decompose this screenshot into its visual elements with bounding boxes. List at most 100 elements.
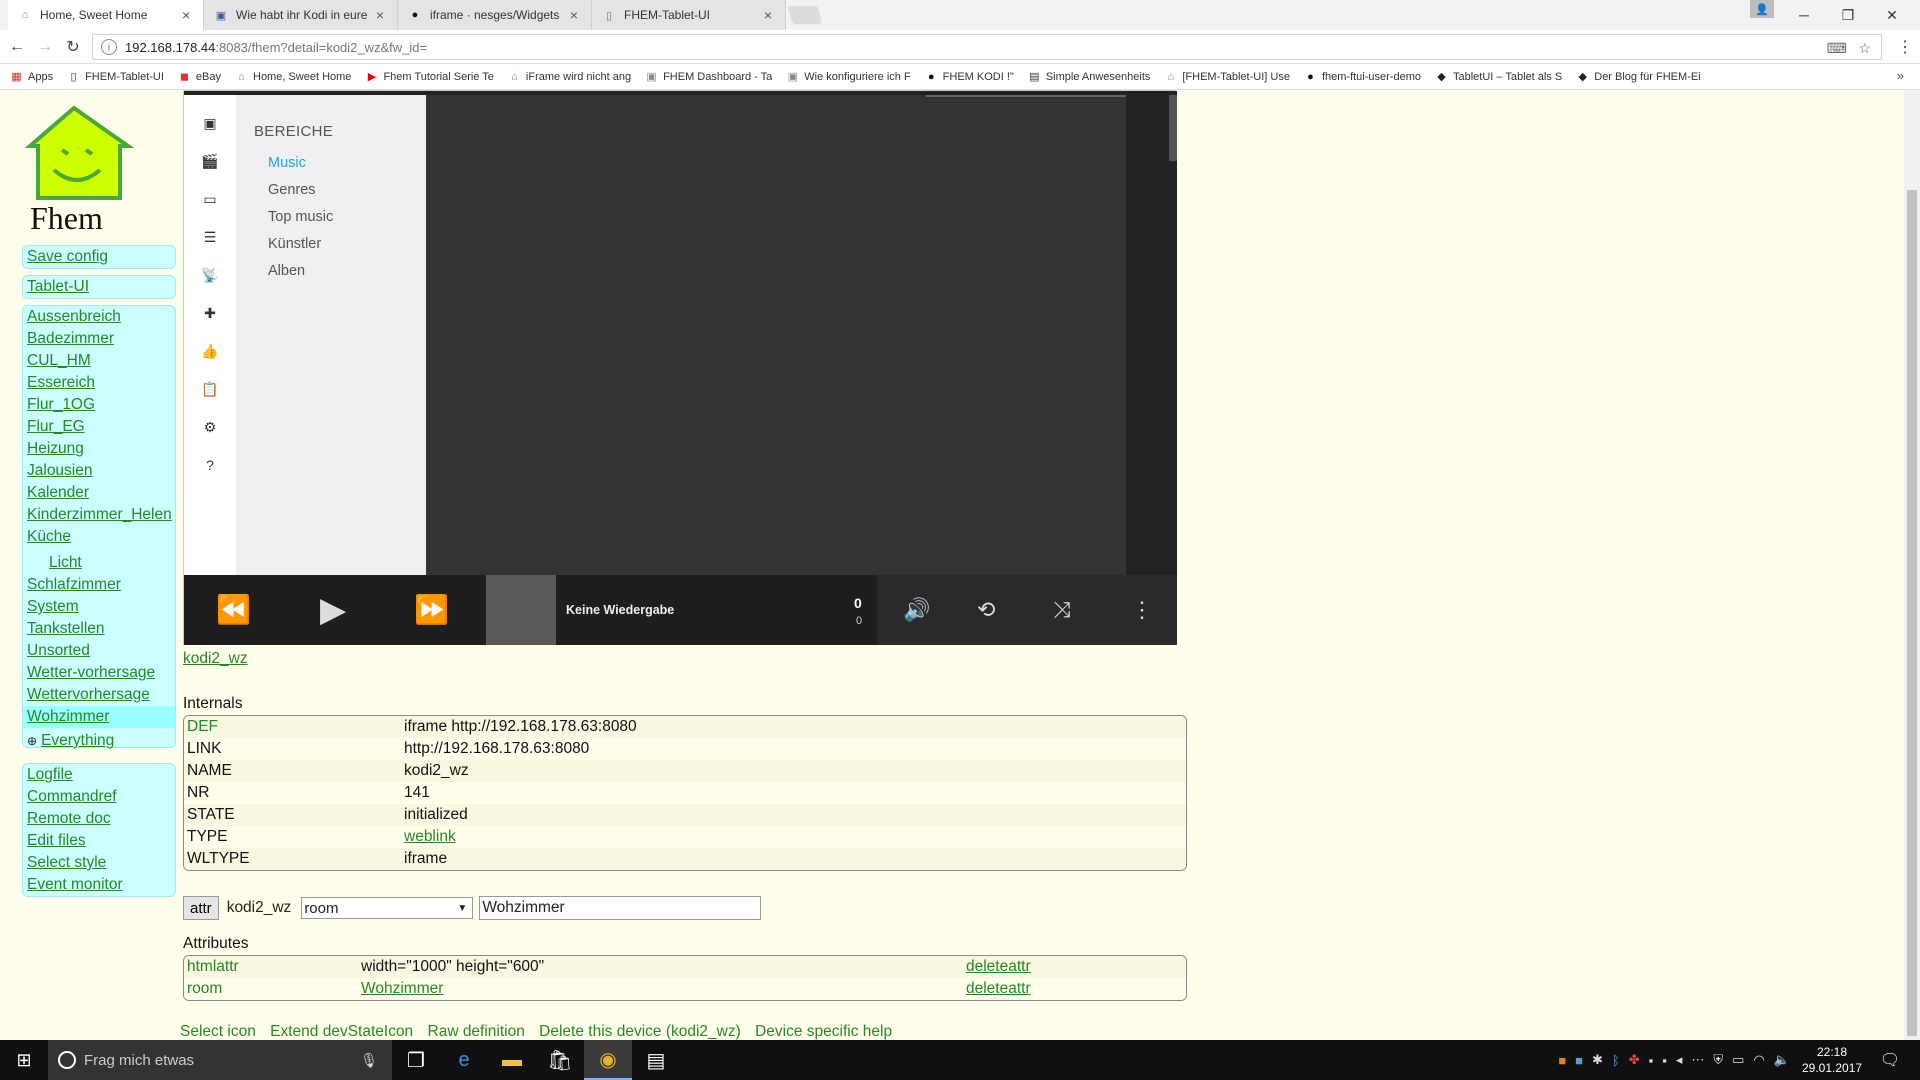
help-icon[interactable]: ? — [202, 457, 218, 473]
wifi-icon[interactable]: ◠ — [1753, 1052, 1764, 1068]
settings-icon[interactable]: ⚙ — [202, 419, 218, 435]
close-icon[interactable]: × — [567, 7, 581, 23]
tab-github-iframe[interactable]: ● iframe · nesges/Widgets × — [398, 0, 592, 30]
bookmark-item[interactable]: ⌂ Home, Sweet Home — [235, 70, 351, 83]
device-help-link[interactable]: Device specific help — [755, 1023, 892, 1040]
tray-app-icon[interactable]: ▪ — [1662, 1053, 1667, 1068]
extend-devstateicon-link[interactable]: Extend devStateIcon — [270, 1023, 413, 1040]
room-flur-1og[interactable]: Flur_1OG — [23, 394, 175, 416]
scrollbar-thumb[interactable] — [1907, 190, 1917, 1036]
edit-files-link[interactable]: Edit files — [23, 830, 175, 852]
room-licht[interactable]: Licht — [23, 548, 175, 574]
file-explorer-icon[interactable]: ▬ — [488, 1040, 536, 1080]
taskbar-clock[interactable]: 22:18 29.01.2017 — [1802, 1044, 1862, 1076]
deleteattr-link[interactable]: deleteattr — [966, 980, 1031, 997]
page-scrollbar[interactable] — [1904, 90, 1920, 1040]
room-jalousien[interactable]: Jalousien — [23, 460, 175, 482]
microphone-icon[interactable]: 🎙 — [360, 1052, 378, 1069]
tray-app-icon[interactable]: ▪ — [1649, 1053, 1654, 1068]
room-heizung[interactable]: Heizung — [23, 438, 175, 460]
movies-icon[interactable]: 🎬 — [201, 153, 218, 169]
app-icon[interactable]: ▤ — [632, 1040, 680, 1080]
room-badezimmer[interactable]: Badezimmer — [23, 328, 175, 350]
tablet-ui-link[interactable]: Tablet-UI — [23, 276, 175, 298]
logfile-link[interactable]: Logfile — [23, 764, 175, 786]
fast-forward-icon[interactable]: ⏩ — [414, 593, 449, 627]
kodi-menu-alben[interactable]: Alben — [268, 263, 305, 279]
bookmark-item[interactable]: ● FHEM KODI !" — [925, 70, 1014, 83]
type-weblink-link[interactable]: weblink — [404, 828, 456, 845]
radio-icon[interactable]: 📡 — [201, 267, 218, 283]
select-icon-link[interactable]: Select icon — [180, 1023, 256, 1040]
close-window-icon[interactable]: ✕ — [1870, 0, 1914, 30]
kodi-scrollbar[interactable] — [1169, 95, 1177, 161]
tray-app-icon[interactable]: ⋯ — [1691, 1052, 1704, 1068]
room-essereich[interactable]: Essereich — [23, 372, 175, 394]
forward-arrow-icon[interactable]: → — [34, 36, 56, 58]
room-kalender[interactable]: Kalender — [23, 482, 175, 504]
new-tab-button[interactable] — [787, 6, 823, 24]
tray-app-icon[interactable]: ◂ — [1676, 1052, 1683, 1068]
room-wohzimmer[interactable]: Wohzimmer — [23, 706, 175, 728]
bookmark-star-icon[interactable]: ☆ — [1858, 40, 1871, 57]
playlist-icon[interactable]: ☰ — [202, 229, 218, 245]
attr-value-input[interactable]: Wohzimmer — [479, 896, 762, 920]
bookmark-item[interactable]: ◆ Der Blog für FHEM-Ei — [1576, 70, 1701, 84]
tray-app-icon[interactable]: ■ — [1558, 1053, 1566, 1068]
volume-icon[interactable]: 🔈 — [1774, 1052, 1790, 1068]
bookmark-item[interactable]: ▣ FHEM Dashboard - Ta — [645, 70, 772, 84]
thumbs-up-icon[interactable]: 👍 — [201, 343, 218, 359]
volume-icon[interactable]: 🔊 — [903, 597, 930, 623]
room-tankstellen[interactable]: Tankstellen — [23, 618, 175, 640]
fhem-logo[interactable]: Fhem — [24, 102, 144, 236]
play-icon[interactable]: ▶ — [320, 593, 346, 627]
room-flur-eg[interactable]: Flur_EG — [23, 416, 175, 438]
minimize-icon[interactable]: ─ — [1782, 0, 1826, 30]
clipboard-icon[interactable]: 📋 — [201, 381, 218, 397]
task-view-icon[interactable]: ❐ — [392, 1040, 440, 1080]
address-bar[interactable]: i 192.168.178.44:8083/fhem?detail=kodi2_… — [92, 34, 1882, 60]
addons-icon[interactable]: ✚ — [202, 305, 218, 321]
info-icon[interactable]: i — [101, 39, 117, 55]
kodi-menu-top-music[interactable]: Top music — [268, 209, 333, 225]
translate-icon[interactable]: ⌨ — [1827, 40, 1847, 57]
attr-button[interactable]: attr — [183, 896, 219, 920]
menu-kebab-icon[interactable]: ⋮ — [1894, 36, 1916, 58]
bookmark-item[interactable]: ● fhem-ftui-user-demo — [1304, 70, 1421, 83]
more-options-icon[interactable]: ⋮ — [1131, 597, 1153, 623]
tab-home-sweet-home[interactable]: ⌂ Home, Sweet Home × — [8, 0, 204, 30]
notification-icon[interactable]: 🗨 — [1870, 1040, 1910, 1080]
bookmark-item[interactable]: ▦ Apps — [10, 70, 53, 84]
bookmark-item[interactable]: ▤ Simple Anwesenheits — [1028, 70, 1150, 84]
music-library-icon[interactable]: ▣ — [202, 115, 218, 131]
store-icon[interactable]: 🛍 — [536, 1040, 584, 1080]
profile-icon[interactable]: 👤 — [1750, 0, 1774, 18]
room-system[interactable]: System — [23, 596, 175, 618]
kodi-menu-music[interactable]: Music — [268, 155, 306, 171]
room-kinderzimmer-helen[interactable]: Kinderzimmer_Helen — [23, 504, 175, 526]
rewind-icon[interactable]: ⏪ — [216, 593, 251, 627]
tv-icon[interactable]: ▭ — [202, 191, 218, 207]
bluetooth-icon[interactable]: ᛒ — [1612, 1053, 1620, 1068]
bookmark-item[interactable]: ◼ eBay — [178, 70, 221, 84]
reload-icon[interactable]: ↻ — [62, 36, 84, 58]
bookmarks-more-button[interactable]: » — [1897, 68, 1904, 83]
room-everything[interactable]: ⊕ Everything — [23, 728, 175, 754]
tray-app-icon[interactable]: ▭ — [1732, 1052, 1744, 1068]
commandref-link[interactable]: Commandref — [23, 786, 175, 808]
bookmark-item[interactable]: ◆ TabletUI – Tablet als S — [1435, 70, 1562, 84]
bookmark-item[interactable]: ▯ FHEM-Tablet-UI — [67, 70, 164, 84]
event-monitor-link[interactable]: Event monitor — [23, 874, 175, 896]
edge-icon[interactable]: e — [440, 1040, 488, 1080]
tab-kodi-forum[interactable]: ▣ Wie habt ihr Kodi in eure × — [204, 0, 398, 30]
bookmark-item[interactable]: ▶ Fhem Tutorial Serie Te — [365, 70, 494, 84]
tray-app-icon[interactable]: ■ — [1575, 1053, 1583, 1068]
shuffle-icon[interactable]: ⤨ — [1053, 597, 1071, 623]
back-arrow-icon[interactable]: ← — [6, 36, 28, 58]
room-kueche[interactable]: Küche — [23, 526, 175, 548]
kodi-menu-genres[interactable]: Genres — [268, 182, 316, 198]
bookmark-item[interactable]: ⌂ [FHEM-Tablet-UI] Use — [1164, 70, 1290, 83]
device-name-link[interactable]: kodi2_wz — [183, 650, 248, 668]
select-style-link[interactable]: Select style — [23, 852, 175, 874]
windows-start-icon[interactable]: ⊞ — [0, 1040, 48, 1080]
